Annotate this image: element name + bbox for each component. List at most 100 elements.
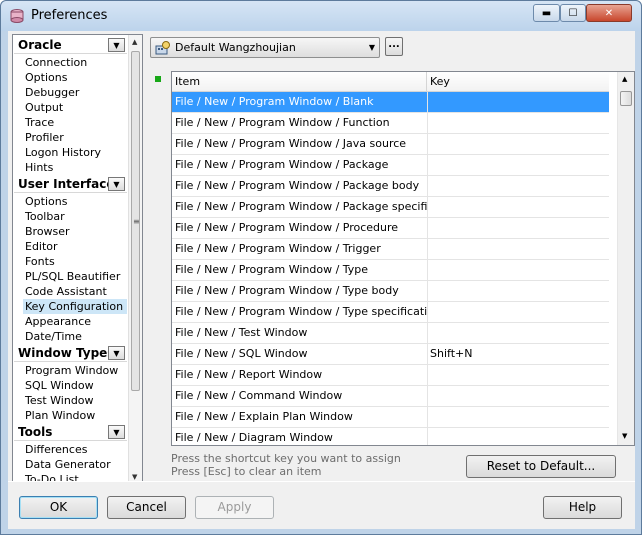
cancel-button[interactable]: Cancel [107,496,186,519]
apply-button[interactable]: Apply [195,496,274,519]
nav-item-key-configuration[interactable]: Key Configuration [23,299,127,314]
table-row[interactable]: File / New / Program Window / Procedure [172,218,609,239]
nav-item-fonts[interactable]: Fonts [23,254,127,269]
key-config-grid: Item Key File / New / Program Window / B… [171,71,635,446]
nav-item-browser[interactable]: Browser [23,224,127,239]
chevron-down-icon: ▼ [368,43,375,52]
title-bar[interactable]: Preferences ▬ ☐ ✕ [1,1,641,31]
table-row[interactable]: File / New / Program Window / Package [172,155,609,176]
cell-item: File / New / Explain Plan Window [175,410,353,423]
scroll-down-icon[interactable]: ▼ [622,432,627,440]
help-button[interactable]: Help [543,496,622,519]
chevron-down-icon[interactable]: ▼ [108,38,125,52]
table-row[interactable]: File / New / Program Window / Type speci… [172,302,609,323]
status-indicator-icon [155,76,161,82]
table-row[interactable]: File / New / Program Window / Function [172,113,609,134]
close-icon: ✕ [604,7,614,19]
cell-item: File / New / Command Window [175,389,343,402]
hint-assign: Press the shortcut key you want to assig… [171,452,401,465]
scroll-up-icon[interactable]: ▲ [622,75,627,83]
table-row[interactable]: File / New / Program Window / Package sp… [172,197,609,218]
nav-item-logon-history[interactable]: Logon History [23,145,127,160]
nav-item-toolbar[interactable]: Toolbar [23,209,127,224]
maximize-button[interactable]: ☐ [560,4,586,22]
cell-item: File / New / Program Window / Java sourc… [175,137,407,150]
grip-icon: ≡ [133,217,140,226]
nav-item-ui-options[interactable]: Options [23,194,127,209]
profile-select[interactable]: Default Wangzhoujian ▼ [150,37,380,58]
nav-item-trace[interactable]: Trace [23,115,127,130]
cell-item: File / New / SQL Window [175,347,308,360]
column-header-key[interactable]: Key [427,72,609,92]
cell-key[interactable]: Shift+N [430,344,608,364]
nav-group-user-interface[interactable]: User Interface ▼ [14,176,127,193]
nav-item-program-window[interactable]: Program Window [23,363,127,378]
table-row[interactable]: File / New / Command Window [172,386,609,407]
dialog-footer: OK Cancel Apply Help [8,481,635,529]
cell-item: File / New / Program Window / Package bo… [175,179,420,192]
window-title: Preferences [31,8,108,23]
nav-item-code-assistant[interactable]: Code Assistant [23,284,127,299]
scroll-down-icon[interactable]: ▼ [132,473,137,481]
nav-group-label: Window Types [18,346,115,360]
nav-item-editor[interactable]: Editor [23,239,127,254]
nav-group-oracle[interactable]: Oracle ▼ [14,37,127,54]
hint-clear: Press [Esc] to clear an item [171,465,322,478]
nav-group-label: Tools [18,425,53,439]
table-row[interactable]: File / New / Program Window / Blank [172,92,609,113]
preferences-nav: Oracle ▼ Connection Options Debugger Outp… [12,34,143,484]
nav-item-profiler[interactable]: Profiler [23,130,127,145]
nav-scroll-thumb[interactable]: ≡ [131,51,140,391]
cell-item: File / New / Program Window / Trigger [175,242,381,255]
cell-item: File / New / Program Window / Type body [175,284,399,297]
nav-item-hints[interactable]: Hints [23,160,127,175]
table-row[interactable]: File / New / Report Window [172,365,609,386]
cell-item: File / New / Diagram Window [175,431,333,444]
cell-item: File / New / Program Window / Blank [175,95,374,108]
scroll-up-icon[interactable]: ▲ [132,38,137,46]
minimize-icon: ▬ [541,7,552,19]
dialog-client: Oracle ▼ Connection Options Debugger Outp… [8,31,635,484]
table-row[interactable]: File / New / Program Window / Java sourc… [172,134,609,155]
nav-item-data-generator[interactable]: Data Generator [23,457,127,472]
nav-item-appearance[interactable]: Appearance [23,314,127,329]
chevron-down-icon[interactable]: ▼ [108,425,125,439]
nav-item-connection[interactable]: Connection [23,55,127,70]
table-row[interactable]: File / New / Diagram Window [172,428,609,445]
nav-item-options[interactable]: Options [23,70,127,85]
profile-more-button[interactable]: ... [385,37,403,56]
table-row[interactable]: File / New / Program Window / Trigger [172,239,609,260]
grid-scroll-thumb[interactable] [620,91,632,106]
nav-item-plsql-beautifier[interactable]: PL/SQL Beautifier [23,269,127,284]
minimize-button[interactable]: ▬ [533,4,560,22]
nav-item-output[interactable]: Output [23,100,127,115]
nav-item-plan-window[interactable]: Plan Window [23,408,127,423]
nav-group-label: User Interface [18,177,115,191]
nav-item-debugger[interactable]: Debugger [23,85,127,100]
app-icon [10,9,24,23]
cell-item: File / New / Program Window / Type [175,263,369,276]
nav-group-label: Oracle [18,38,62,52]
table-row[interactable]: File / New / Explain Plan Window [172,407,609,428]
nav-item-date-time[interactable]: Date/Time [23,329,127,344]
reset-to-default-button[interactable]: Reset to Default... [466,455,616,478]
cell-item: File / New / Test Window [175,326,308,339]
table-row[interactable]: File / New / Program Window / Type [172,260,609,281]
nav-scrollbar[interactable]: ▲ ≡ ▼ [128,35,142,483]
column-header-item[interactable]: Item [172,72,427,92]
table-row[interactable]: File / New / Test Window [172,323,609,344]
nav-group-window-types[interactable]: Window Types ▼ [14,345,127,362]
ok-button[interactable]: OK [19,496,98,519]
nav-group-tools[interactable]: Tools ▼ [14,424,127,441]
nav-item-test-window[interactable]: Test Window [23,393,127,408]
close-button[interactable]: ✕ [586,4,632,22]
nav-item-sql-window[interactable]: SQL Window [23,378,127,393]
chevron-down-icon[interactable]: ▼ [108,177,125,191]
table-row[interactable]: File / New / Program Window / Type body [172,281,609,302]
table-row[interactable]: File / New / Program Window / Package bo… [172,176,609,197]
chevron-down-icon[interactable]: ▼ [108,346,125,360]
table-row[interactable]: File / New / SQL Window Shift+N [172,344,609,365]
grid-scrollbar[interactable]: ▲ ▼ [617,72,634,445]
nav-item-differences[interactable]: Differences [23,442,127,457]
cell-item: File / New / Program Window / Type speci… [175,305,427,318]
